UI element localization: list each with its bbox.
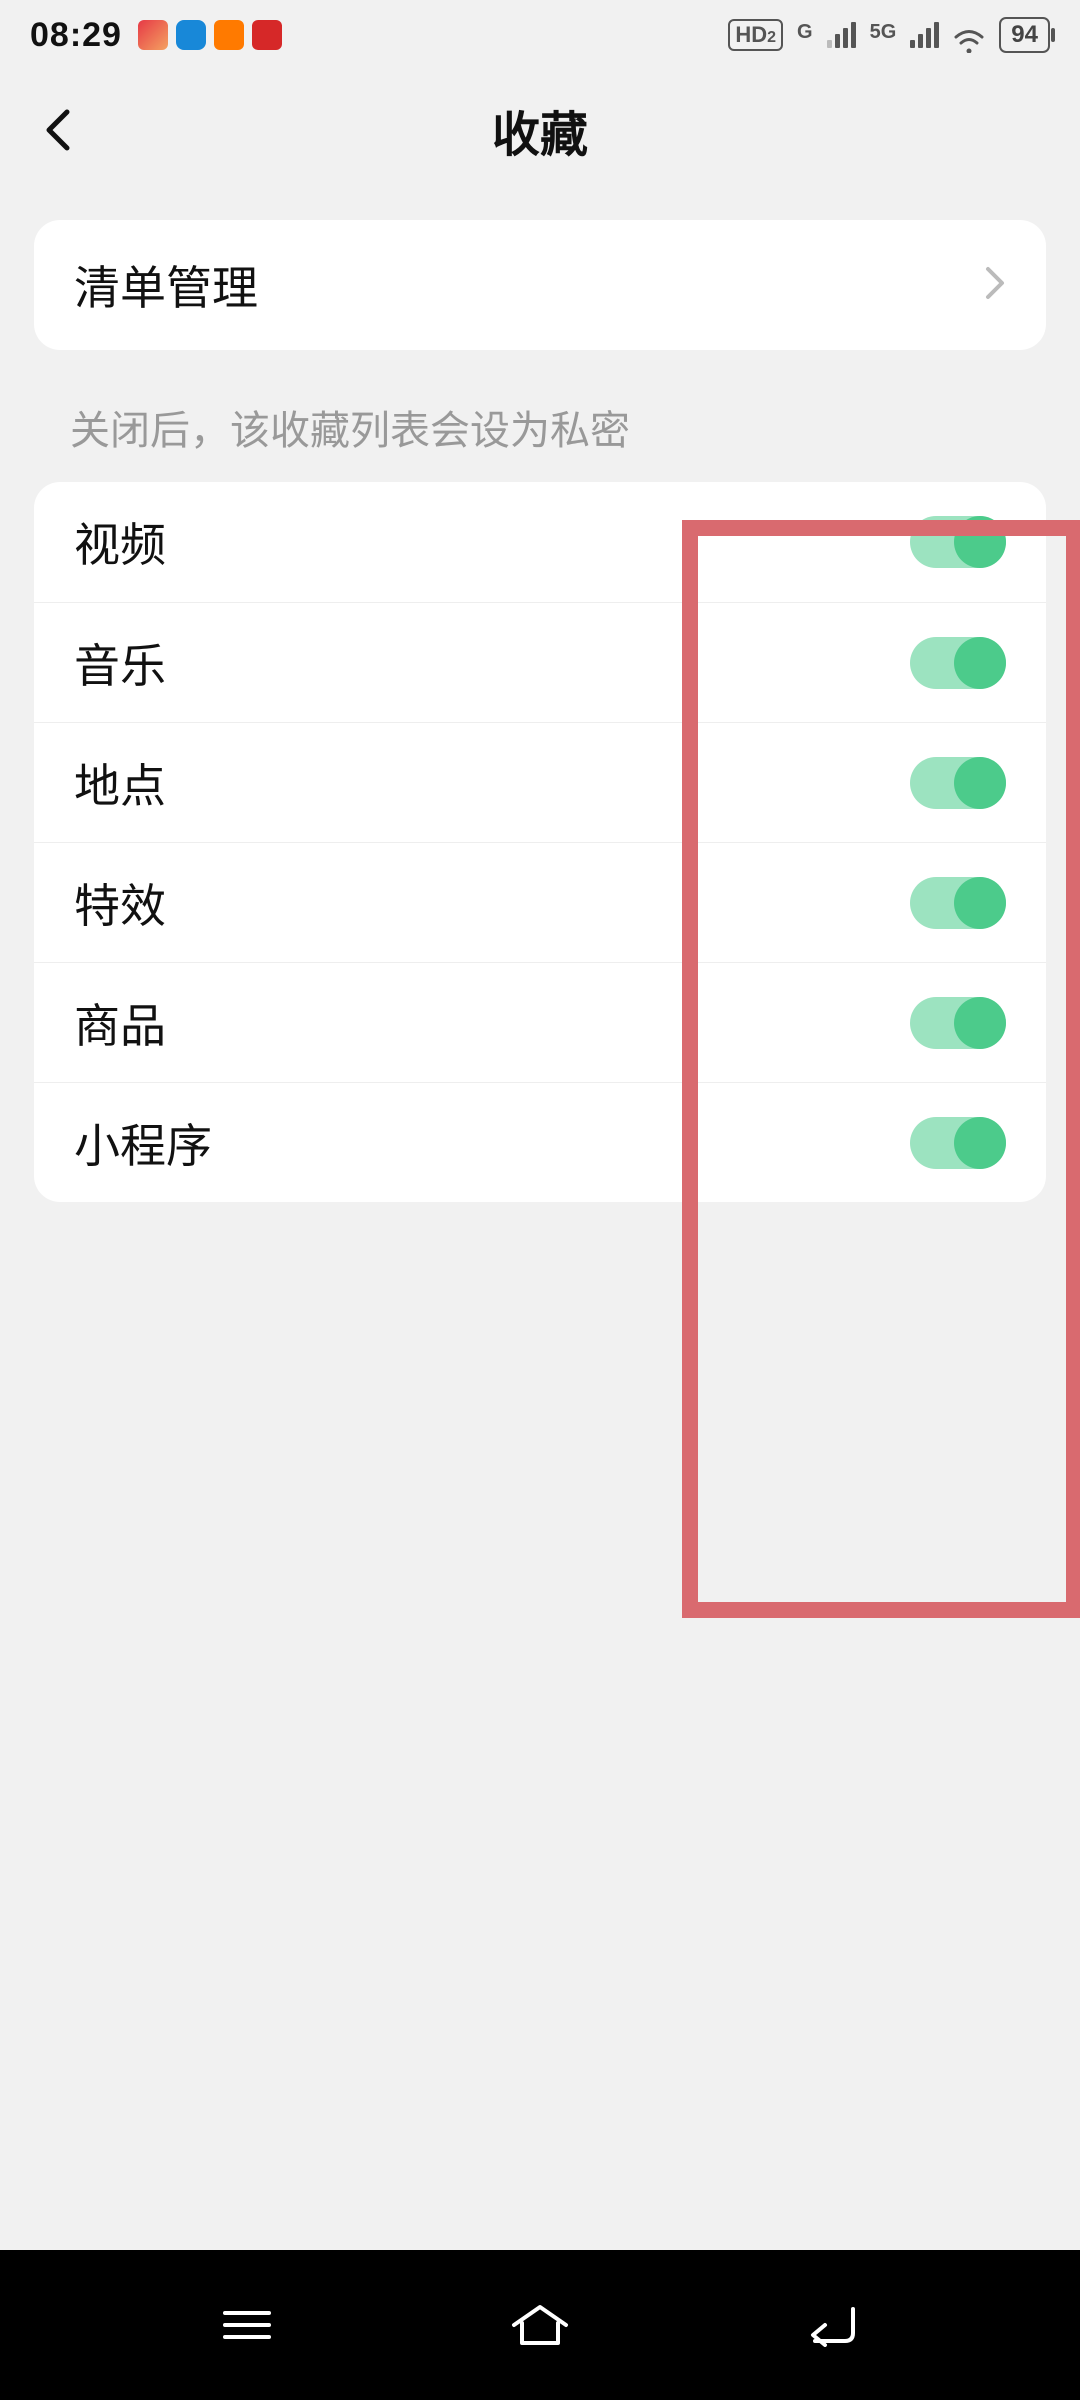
back-arrow-icon — [801, 2303, 865, 2347]
battery-level: 94 — [1011, 21, 1038, 48]
menu-lines-icon — [217, 2305, 277, 2345]
toggle-switch-miniprogram[interactable] — [910, 1117, 1006, 1169]
toggles-card: 视频 音乐 地点 特效 商品 小程序 — [34, 482, 1046, 1202]
title-bar: 收藏 — [0, 70, 1080, 190]
home-outline-icon — [508, 2301, 572, 2349]
hd-badge-icon: HD2 — [728, 19, 783, 51]
notif-app-icon — [176, 20, 206, 50]
toggle-label: 特效 — [74, 870, 166, 936]
content: 清单管理 关闭后，该收藏列表会设为私密 视频 音乐 地点 特效 商品 — [0, 190, 1080, 1202]
page-title: 收藏 — [492, 95, 588, 165]
toggle-label: 商品 — [74, 990, 166, 1056]
list-management-row[interactable]: 清单管理 — [34, 220, 1046, 350]
nav-back-button[interactable] — [788, 2295, 878, 2355]
battery-icon: 94 — [999, 17, 1050, 53]
toggle-row-video: 视频 — [34, 482, 1046, 602]
section-hint: 关闭后，该收藏列表会设为私密 — [34, 350, 1046, 482]
toggle-label: 小程序 — [74, 1110, 212, 1176]
toggle-label: 地点 — [74, 750, 166, 816]
back-button[interactable] — [36, 108, 80, 152]
toggle-row-effects: 特效 — [34, 842, 1046, 962]
signal-bars-icon — [827, 22, 856, 48]
system-nav-bar — [0, 2250, 1080, 2400]
management-card: 清单管理 — [34, 220, 1046, 350]
status-app-icons — [138, 20, 282, 50]
toggle-switch-effects[interactable] — [910, 877, 1006, 929]
notif-app-icon — [252, 20, 282, 50]
toggle-label: 音乐 — [74, 630, 166, 696]
wifi-icon — [953, 23, 985, 47]
toggle-row-music: 音乐 — [34, 602, 1046, 722]
chevron-left-icon — [43, 108, 73, 152]
network-5g-label: 5G — [870, 21, 897, 44]
nav-recent-button[interactable] — [202, 2295, 292, 2355]
chevron-right-icon — [984, 265, 1006, 306]
toggle-row-products: 商品 — [34, 962, 1046, 1082]
toggle-switch-video[interactable] — [910, 516, 1006, 568]
network-g-label: G — [797, 21, 813, 44]
status-bar: 08:29 HD2 G 5G 94 — [0, 0, 1080, 70]
toggle-switch-products[interactable] — [910, 997, 1006, 1049]
status-right: HD2 G 5G 94 — [728, 17, 1050, 53]
toggle-label: 视频 — [74, 509, 166, 575]
list-management-label: 清单管理 — [74, 252, 258, 318]
status-left: 08:29 — [30, 16, 282, 55]
toggle-switch-location[interactable] — [910, 757, 1006, 809]
toggle-switch-music[interactable] — [910, 637, 1006, 689]
toggle-row-location: 地点 — [34, 722, 1046, 842]
toggle-row-miniprogram: 小程序 — [34, 1082, 1046, 1202]
nav-home-button[interactable] — [495, 2295, 585, 2355]
notif-app-icon — [214, 20, 244, 50]
notif-app-icon — [138, 20, 168, 50]
signal-bars-icon — [910, 22, 939, 48]
status-time: 08:29 — [30, 16, 122, 55]
